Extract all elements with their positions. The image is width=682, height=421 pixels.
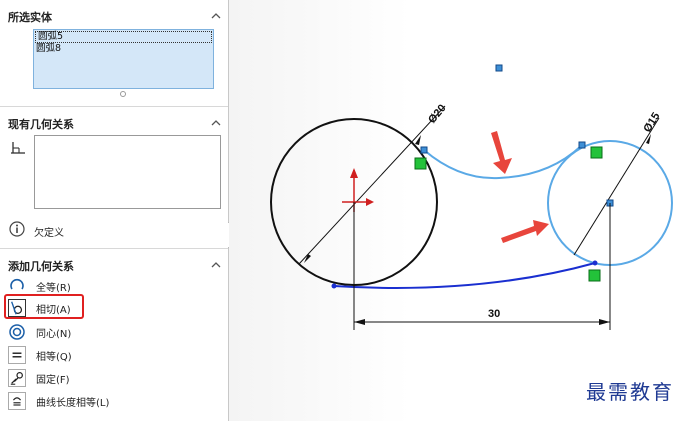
relation-option-equal-curve-length[interactable]: 曲线长度相等(L): [8, 391, 208, 411]
pointer-arrow: [491, 131, 512, 174]
concentric-icon: [9, 324, 25, 340]
arrowhead: [415, 135, 421, 145]
relation-badge-icon[interactable]: [590, 146, 603, 159]
equal-icon: [8, 346, 26, 364]
relation-option-label: 同心(N): [36, 329, 72, 340]
relation-option-label: 相等(Q): [36, 352, 72, 363]
divider: [0, 248, 228, 249]
resize-handle-icon[interactable]: [120, 91, 126, 97]
add-relations-title: 添加几何关系: [8, 260, 74, 273]
list-item[interactable]: 圆弧5: [35, 31, 212, 43]
chevron-up-icon[interactable]: [210, 11, 222, 21]
equal-curve-length-icon: [8, 392, 26, 410]
property-manager-panel: 所选实体 圆弧5 圆弧8 现有几何关系 欠定义 添加几何关系 全等(R) 相切(…: [0, 0, 229, 421]
pointer-arrow: [501, 220, 549, 243]
left-diameter-line: [298, 105, 446, 265]
list-item[interactable]: 圆弧8: [34, 44, 213, 54]
origin-arrow: [350, 168, 358, 178]
relation-option-label: 曲线长度相等(L): [36, 398, 110, 409]
relation-option-label: 固定(F): [36, 375, 70, 386]
arrowhead: [304, 254, 311, 263]
arrowhead: [599, 319, 610, 325]
chevron-up-icon[interactable]: [210, 260, 222, 270]
origin-arrow: [366, 198, 374, 206]
coincident-arc-icon: [10, 278, 24, 290]
relations-icon: [11, 142, 25, 154]
endpoint-handle[interactable]: [331, 283, 337, 289]
right-diameter-line: [573, 117, 660, 256]
info-icon: [9, 221, 25, 237]
status-text: 欠定义: [34, 228, 64, 239]
divider: [0, 106, 228, 107]
relation-option-equal[interactable]: 相等(Q): [8, 345, 208, 365]
tangent-icon: [8, 299, 26, 317]
graphics-area[interactable]: Ø20 Ø15 30 最需教育: [229, 0, 682, 421]
relation-badge-icon[interactable]: [588, 269, 601, 282]
arrowhead: [354, 319, 365, 325]
relation-badge-icon[interactable]: [414, 157, 427, 170]
endpoint-handle[interactable]: [420, 146, 428, 154]
watermark-text: 最需教育: [586, 380, 674, 404]
chevron-up-icon[interactable]: [210, 118, 222, 128]
relation-option-concentric[interactable]: 同心(N): [8, 322, 208, 342]
existing-relations-list[interactable]: [34, 135, 221, 209]
relation-option-coincident[interactable]: 全等(R): [8, 276, 208, 296]
distance-dimension[interactable]: 30: [488, 308, 500, 320]
relation-option-fix[interactable]: 固定(F): [8, 368, 208, 388]
selected-entities-list[interactable]: 圆弧5 圆弧8: [33, 29, 214, 89]
fix-icon: [8, 369, 26, 387]
relation-option-tangent[interactable]: 相切(A): [4, 294, 206, 319]
bottom-arc[interactable]: [333, 262, 596, 289]
relation-option-label: 全等(R): [36, 283, 71, 294]
sketch-point[interactable]: [495, 64, 503, 72]
endpoint-handle[interactable]: [578, 141, 586, 149]
selected-entities-title: 所选实体: [8, 11, 52, 24]
relation-option-label: 相切(A): [36, 305, 71, 316]
right-diameter-dimension[interactable]: Ø15: [641, 111, 662, 135]
sketch-svg[interactable]: Ø20 Ø15 30: [229, 0, 682, 421]
endpoint-handle[interactable]: [592, 260, 598, 266]
existing-relations-title: 现有几何关系: [8, 118, 74, 131]
